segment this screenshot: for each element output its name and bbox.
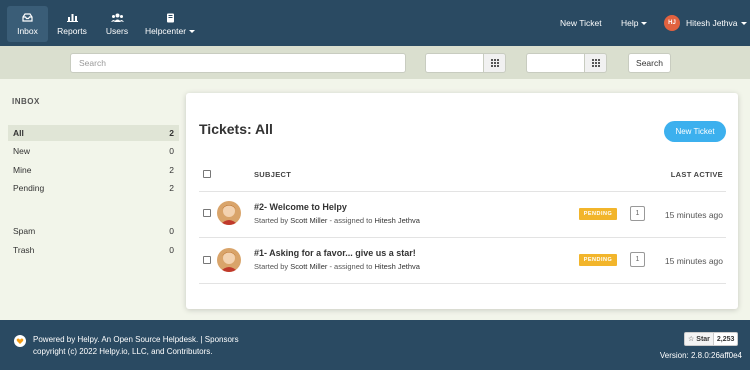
avatar [217,201,241,225]
sidebar-item-label: Spam [13,226,36,236]
ticket-meta: Started by Scott Miller - assigned to Hi… [254,262,420,271]
divider [199,237,726,238]
calendar-to-button[interactable] [584,53,607,73]
footer: Powered by Helpy. An Open Source Helpdes… [0,320,750,370]
sidebar-item-label: New [13,146,31,156]
nav-new-ticket[interactable]: New Ticket [560,0,602,46]
meta-started-prefix: Started by [254,216,289,225]
tickets-card: Tickets: All New Ticket SUBJECT LAST ACT… [186,93,738,309]
select-all-checkbox[interactable] [203,170,211,178]
ticket-author: Scott Miller [290,262,328,271]
meta-started-prefix: Started by [254,262,289,271]
footer-powered-by[interactable]: Powered by Helpy. An Open Source Helpdes… [33,335,239,344]
version-text: Version: 2.8.0:26aff0e4 [659,351,742,360]
chevron-down-icon [189,30,196,34]
sidebar-item-spam[interactable]: Spam 0 [8,223,179,239]
meta-assigned-prefix: - assigned to [329,216,373,225]
nav-inbox[interactable]: Inbox [7,6,48,42]
sidebar-item-count: 0 [169,226,174,236]
nav-reports[interactable]: Reports [52,6,92,42]
sidebar-item-pending[interactable]: Pending 2 [8,180,179,196]
inbox-sidebar: INBOX All 2 New 0 Mine 2 Pending 2 Spam … [0,79,185,320]
nav-reports-label: Reports [57,26,87,36]
github-star-count: 2,253 [713,332,739,346]
nav-help-menu[interactable]: Help [621,0,648,46]
sidebar-item-label: All [13,128,24,138]
calendar-icon [490,59,499,67]
nav-help-label: Help [621,18,639,28]
github-star-widget[interactable]: ☆ Star 2,253 [684,332,739,346]
nav-helpcenter-label-wrap: Helpcenter [144,26,196,36]
ticket-meta: Started by Scott Miller - assigned to Hi… [254,216,420,225]
divider [199,283,726,284]
ticket-assignee: Hitesh Jethva [374,262,420,271]
sidebar-item-label: Trash [13,245,35,255]
column-header-subject[interactable]: SUBJECT [254,170,291,179]
sidebar-title: INBOX [12,97,40,106]
github-star-label: Star [696,335,710,343]
user-avatar: HJ [664,15,680,31]
date-to-input[interactable] [526,53,584,73]
inbox-icon [22,12,33,23]
last-active-time: 15 minutes ago [664,256,723,266]
ticket-author: Scott Miller [290,216,328,225]
sidebar-item-all[interactable]: All 2 [8,125,179,141]
user-menu[interactable]: HJ Hitesh Jethva [664,0,747,46]
nav-users[interactable]: Users [101,6,133,42]
search-bar: Search [0,46,750,79]
github-star-button[interactable]: ☆ Star [684,332,714,346]
nav-inbox-label: Inbox [17,26,38,36]
sidebar-item-count: 0 [169,245,174,255]
sidebar-item-label: Mine [13,165,32,175]
new-ticket-button[interactable]: New Ticket [664,121,726,142]
star-icon: ☆ [688,336,695,343]
top-navbar: Inbox Reports Users Helpcenter New Ticke… [0,0,750,46]
status-badge: PENDING [579,208,617,220]
user-name: Hitesh Jethva [686,18,738,28]
chevron-down-icon [740,21,747,25]
status-badge: PENDING [579,254,617,266]
calendar-icon [591,59,600,67]
chevron-down-icon [641,21,648,25]
sidebar-item-mine[interactable]: Mine 2 [8,162,179,178]
reply-count: 1 [630,206,645,221]
sidebar-item-trash[interactable]: Trash 0 [8,242,179,258]
page-title: Tickets: All [199,121,273,137]
sidebar-item-count: 2 [169,183,174,193]
ticket-assignee: Hitesh Jethva [374,216,420,225]
sidebar-item-new[interactable]: New 0 [8,143,179,159]
helpy-logo-icon [14,335,26,347]
sidebar-item-label: Pending [13,183,45,193]
footer-copyright: copyright (c) 2022 Helpy.io, LLC, and Co… [33,347,213,356]
users-icon [110,12,124,23]
meta-assigned-prefix: - assigned to [329,262,373,271]
chart-icon [66,12,78,23]
search-input[interactable] [70,53,406,73]
ticket-subject-link[interactable]: #2- Welcome to Helpy [254,202,347,212]
calendar-from-button[interactable] [483,53,506,73]
row-checkbox[interactable] [203,256,211,264]
avatar [217,248,241,272]
date-from-input[interactable] [425,53,483,73]
nav-helpcenter[interactable]: Helpcenter [142,6,198,42]
divider [199,191,726,192]
row-checkbox[interactable] [203,209,211,217]
nav-helpcenter-label: Helpcenter [144,26,187,36]
reply-count: 1 [630,252,645,267]
sidebar-item-count: 2 [169,128,174,138]
search-button[interactable]: Search [628,53,671,73]
column-header-last-active[interactable]: LAST ACTIVE [671,170,723,179]
last-active-time: 15 minutes ago [664,210,723,220]
nav-users-label: Users [105,26,129,36]
book-icon [166,12,175,23]
sidebar-item-count: 0 [169,146,174,156]
sidebar-item-count: 2 [169,165,174,175]
ticket-subject-link[interactable]: #1- Asking for a favor... give us a star… [254,248,416,258]
